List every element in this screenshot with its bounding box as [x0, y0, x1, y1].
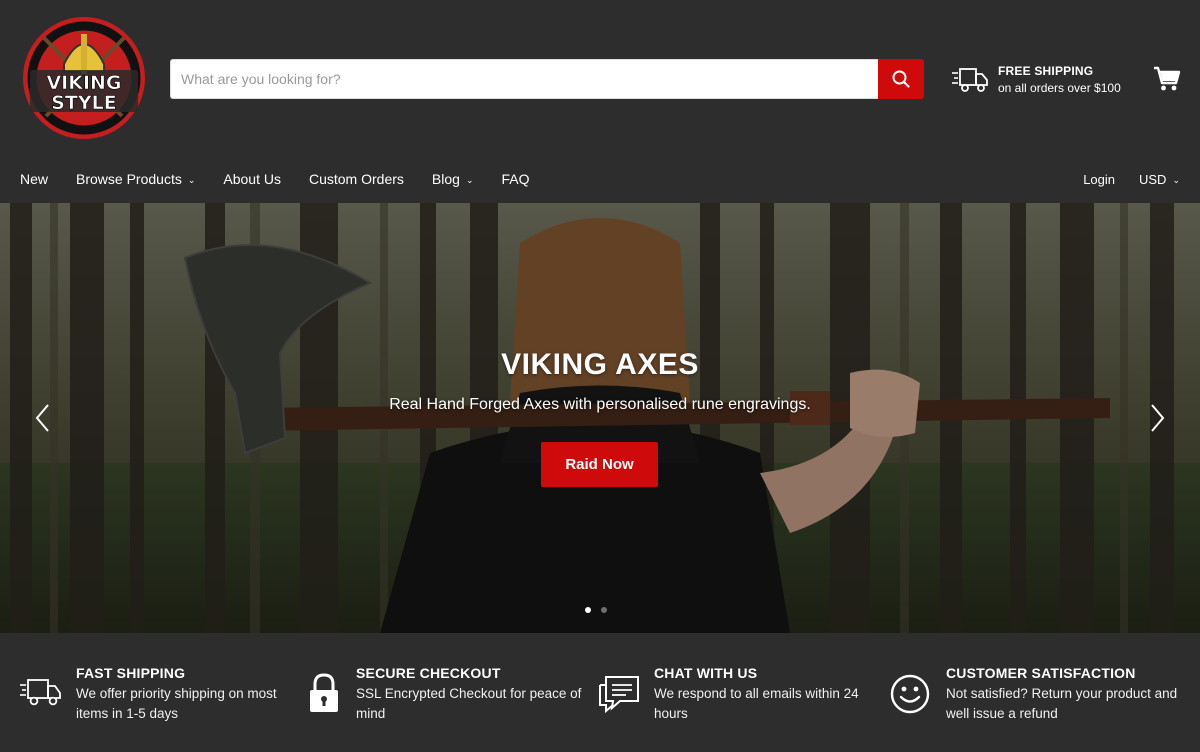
chevron-down-icon: ⌄: [465, 174, 474, 185]
slide-dot-2[interactable]: [601, 607, 607, 613]
nav-item-blog[interactable]: Blog ⌄: [432, 171, 474, 187]
feature-secure-checkout: SECURE CHECKOUT SSL Encrypted Checkout f…: [306, 665, 596, 724]
chevron-down-icon: ⌄: [187, 174, 196, 185]
free-shipping-promo[interactable]: FREE SHIPPING on all orders over $100: [952, 62, 1121, 98]
truck-icon: [952, 68, 988, 92]
hero-title: VIKING AXES: [501, 348, 699, 381]
logo-text-top: VIKING: [46, 72, 121, 94]
logo-text-bottom: STYLE: [51, 92, 117, 114]
cart-icon[interactable]: [1153, 66, 1181, 92]
raid-now-button[interactable]: Raid Now: [541, 442, 658, 487]
nav-label: Blog: [431, 171, 460, 187]
nav-label: New: [20, 171, 49, 187]
chevron-right-icon[interactable]: [1147, 403, 1167, 433]
search-button[interactable]: [878, 59, 924, 99]
chevron-down-icon: ⌄: [1172, 174, 1180, 185]
nav-label: About Us: [223, 171, 281, 187]
nav-item-about-us[interactable]: About Us: [223, 171, 281, 187]
feature-title: FAST SHIPPING: [76, 665, 186, 681]
feature-customer-satisfaction: CUSTOMER SATISFACTION Not satisfied? Ret…: [888, 665, 1188, 724]
currency-label: USD: [1139, 171, 1167, 187]
lock-icon: [310, 673, 338, 712]
smiley-icon: [890, 674, 930, 714]
hero-subtitle: Real Hand Forged Axes with personalised …: [389, 396, 811, 413]
feature-title: CHAT WITH US: [654, 665, 758, 681]
truck-icon: [20, 679, 61, 706]
hero-slideshow: VIKING AXES Real Hand Forged Axes with p…: [0, 203, 1200, 633]
login-link[interactable]: Login: [1083, 172, 1115, 187]
nav-label: Browse Products: [76, 171, 182, 187]
feature-title: SECURE CHECKOUT: [356, 665, 501, 681]
nav-item-faq[interactable]: FAQ: [501, 171, 529, 187]
feature-description: Not satisfied? Return your product and w…: [946, 686, 1178, 721]
site-header: VIKING STYLE FREE SHIPPING on all orders…: [0, 0, 1200, 155]
chevron-left-icon[interactable]: [33, 403, 53, 433]
viking-style-logo[interactable]: VIKING STYLE: [22, 16, 146, 140]
main-nav: New Browse Products ⌄ About Us Custom Ord…: [0, 155, 1200, 203]
chat-icon: [599, 676, 639, 713]
shipping-title: FREE SHIPPING: [998, 64, 1094, 78]
search-bar: [170, 59, 924, 99]
feature-description: We respond to all emails within 24 hours: [654, 686, 859, 721]
feature-description: We offer priority shipping on most items…: [76, 686, 277, 721]
currency-selector[interactable]: USD ⌄: [1139, 172, 1180, 187]
feature-title: CUSTOMER SATISFACTION: [946, 665, 1136, 681]
nav-item-browse-products[interactable]: Browse Products ⌄: [76, 171, 195, 187]
search-icon: [892, 70, 910, 88]
feature-chat-with-us: CHAT WITH US We respond to all emails wi…: [598, 665, 878, 724]
slide-dot-1[interactable]: [585, 607, 591, 613]
nav-label: Custom Orders: [308, 171, 404, 187]
feature-fast-shipping: FAST SHIPPING We offer priority shipping…: [20, 665, 290, 724]
nav-item-new[interactable]: New: [20, 171, 48, 187]
nav-item-custom-orders[interactable]: Custom Orders: [309, 171, 404, 187]
search-input[interactable]: [170, 59, 878, 99]
shipping-subtitle: on all orders over $100: [998, 81, 1121, 95]
feature-description: SSL Encrypted Checkout for peace of mind: [356, 686, 582, 721]
hero-overlay: [0, 203, 1200, 633]
features-bar: FAST SHIPPING We offer priority shipping…: [0, 633, 1200, 752]
slide-dots: [585, 607, 607, 613]
nav-label: FAQ: [501, 171, 530, 187]
